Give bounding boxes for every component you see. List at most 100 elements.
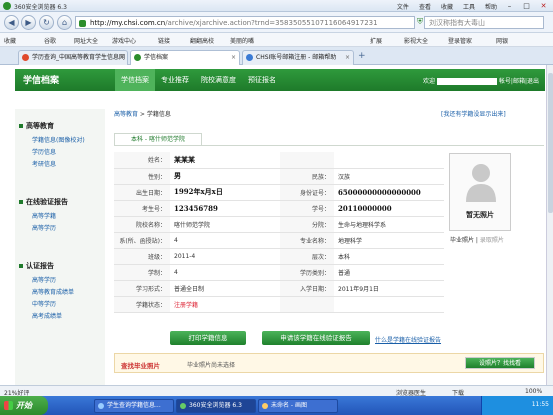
forward-icon[interactable]: ▶	[21, 15, 36, 30]
windows-logo-icon	[4, 401, 13, 410]
search-input[interactable]: 刘汉称指有大毒山	[424, 16, 544, 29]
examno-label: 考生号：	[114, 200, 170, 217]
menu-file[interactable]: 文件	[397, 2, 409, 11]
nav-school-satisfaction[interactable]: 院校满意度	[195, 69, 242, 91]
sidebar-item-xueji[interactable]: 学籍信息(图像校对)	[32, 135, 85, 144]
fav-item[interactable]: 扩展	[370, 36, 382, 45]
nav-major-recommend[interactable]: 专业推荐	[155, 69, 195, 91]
gender-value: 男	[170, 168, 280, 185]
table-row: 性别： 男 民族： 汉族	[114, 168, 444, 185]
fav-item[interactable]: 登录管家	[448, 36, 472, 45]
fav-item[interactable]: 游戏中心	[112, 36, 136, 45]
fav-item[interactable]: 链接	[158, 36, 170, 45]
fav-item[interactable]: 美丽的嘴	[230, 36, 254, 45]
fav-item[interactable]: 网银	[496, 36, 508, 45]
taskbar-item[interactable]: 360安全浏览器 6.3	[176, 399, 256, 413]
sidebar-heading: 高等教育	[19, 121, 54, 131]
find-photo-button[interactable]: 设照片？找找看	[465, 357, 535, 369]
photo-caption: 毕业照片 | 录取照片	[450, 237, 504, 244]
sidebar-item-cert-gaokao[interactable]: 高考成绩单	[32, 311, 62, 320]
name-value: 某某某	[170, 152, 280, 169]
tab-mail-help[interactable]: CHSI账号邮箱注册 - 邮箱帮助 ×	[242, 50, 354, 65]
fav-item[interactable]: 网址大全	[74, 36, 98, 45]
app-icon	[180, 403, 186, 409]
taskbar-item[interactable]: 未命名 - 画图	[258, 399, 338, 413]
sidebar-item-online-xueji[interactable]: 高等学籍	[32, 211, 56, 220]
menu-tools[interactable]: 工具	[463, 2, 475, 11]
refresh-icon[interactable]: ↻	[39, 15, 54, 30]
breadcrumb-current: 学籍信息	[146, 111, 171, 118]
tab-chsi-query[interactable]: 学历查询_中国高等教育学生信息网 ×	[18, 50, 128, 65]
page-content: 学信档案 学信档案 专业推荐 院校满意度 预征报名 欢迎 帐号|邮箱|退出 高等…	[0, 65, 546, 385]
home-icon[interactable]: ⌂	[57, 15, 72, 30]
sidebar-item-cert-transcript[interactable]: 高等教育成绩单	[32, 287, 74, 296]
zoom-level[interactable]: 100%	[525, 388, 542, 395]
name-label: 姓名：	[114, 152, 170, 169]
fav-item[interactable]: 影视大全	[404, 36, 428, 45]
apply-verify-button[interactable]: 申请该学籍在线验证报告	[262, 331, 370, 345]
tab-close-icon[interactable]: ×	[119, 51, 124, 64]
taskbar-item[interactable]: 学生查询学籍信息...	[94, 399, 174, 413]
site-header: 学信档案 学信档案 专业推荐 院校满意度 预征报名 欢迎 帐号|邮箱|退出	[15, 69, 545, 91]
section-tab[interactable]: 本科 - 喀什师范学院	[114, 133, 202, 145]
back-icon[interactable]: ◀	[4, 15, 19, 30]
minimize-icon[interactable]: –	[502, 1, 517, 11]
fav-item[interactable]: 收藏	[4, 36, 16, 45]
fav-item[interactable]: 翻翻高校	[190, 36, 214, 45]
entry-label: 入学日期：	[280, 280, 334, 297]
maximize-icon[interactable]: □	[519, 1, 534, 11]
breadcrumb-link[interactable]: 高等教育	[114, 111, 138, 118]
level-label: 层次：	[280, 248, 334, 265]
table-row: 系(所、函授站)： 4 专业名称： 地理科学	[114, 232, 444, 249]
admission-photo-tab[interactable]: 录取照片	[480, 237, 504, 244]
sidebar-item-online-xueli[interactable]: 高等学历	[32, 223, 56, 232]
sidebar-item-cert-xueli[interactable]: 高等学历	[32, 275, 56, 284]
sidebar-item-cert-secondary[interactable]: 中等学历	[32, 299, 56, 308]
windows-taskbar: 开始 学生查询学籍信息... 360安全浏览器 6.3 未命名 - 画图 11:…	[0, 396, 553, 415]
status-label: 学籍状态：	[114, 296, 170, 313]
close-window-icon[interactable]: ✕	[536, 1, 551, 11]
avatar-silhouette-icon	[466, 164, 496, 202]
missing-record-link[interactable]: [我还有学籍没显示出来]	[441, 109, 506, 118]
vertical-scrollbar[interactable]	[546, 65, 553, 385]
tab-close-icon[interactable]: ×	[231, 51, 236, 64]
security-shield-icon[interactable]: ⛨	[417, 17, 423, 27]
new-tab-icon[interactable]: +	[358, 51, 366, 61]
menu-view[interactable]: 查看	[419, 2, 431, 11]
major-value: 地理科学	[334, 232, 444, 249]
tab-favicon-icon	[134, 54, 141, 61]
sidebar-item-xueli[interactable]: 学历信息	[32, 147, 56, 156]
idno-value: 65000000000000000	[334, 184, 444, 201]
verify-info-link[interactable]: 什么是学籍在线验证报告	[375, 335, 441, 344]
sidebar-heading: 在线验证报告	[19, 197, 68, 207]
tab-close-icon[interactable]: ×	[345, 51, 350, 64]
address-toolbar: ◀ ▶ ↻ ⌂ http://my.chsi.com.cn/archive/xj…	[0, 12, 553, 33]
status-badge: 注册学籍	[170, 296, 280, 313]
account-link[interactable]: 帐号	[499, 78, 511, 85]
site-brand[interactable]: 学信档案	[23, 73, 59, 86]
print-button[interactable]: 打印学籍信息	[170, 331, 246, 345]
nav-xuexin-archive[interactable]: 学信档案	[115, 69, 155, 91]
table-row: 班级： 2011-4 层次： 本科	[114, 248, 444, 265]
ethnic-value: 汉族	[334, 168, 444, 185]
mailbox-link[interactable]: 邮箱	[513, 78, 525, 85]
menu-help[interactable]: 帮助	[485, 2, 497, 11]
logout-link[interactable]: 退出	[527, 78, 539, 85]
type-value: 普通	[334, 264, 444, 281]
gender-label: 性别：	[114, 168, 170, 185]
browser-logo-icon	[3, 2, 11, 10]
fav-item[interactable]: 谷歌	[44, 36, 56, 45]
graduation-photo-tab[interactable]: 毕业照片	[450, 237, 474, 244]
nav-pre-enlist[interactable]: 预征报名	[242, 69, 282, 91]
student-photo: 暂无照片	[449, 153, 511, 231]
scrollbar-thumb[interactable]	[548, 73, 553, 213]
start-button[interactable]: 开始	[0, 396, 48, 415]
tab-xuexin-archive[interactable]: 学信档案 ×	[130, 50, 240, 66]
browser-menu: 文件 查看 收藏 工具 帮助	[397, 2, 497, 11]
sidebar-item-kaoyan[interactable]: 考研信息	[32, 159, 56, 168]
menu-favorites[interactable]: 收藏	[441, 2, 453, 11]
browser-status-bar: 21%好评 浏览器医生 下载 100%	[0, 385, 553, 397]
duration-value: 4	[170, 264, 280, 281]
major-label: 专业名称：	[280, 232, 334, 249]
url-input[interactable]: http://my.chsi.com.cn/archive/xjarchive.…	[75, 16, 415, 29]
